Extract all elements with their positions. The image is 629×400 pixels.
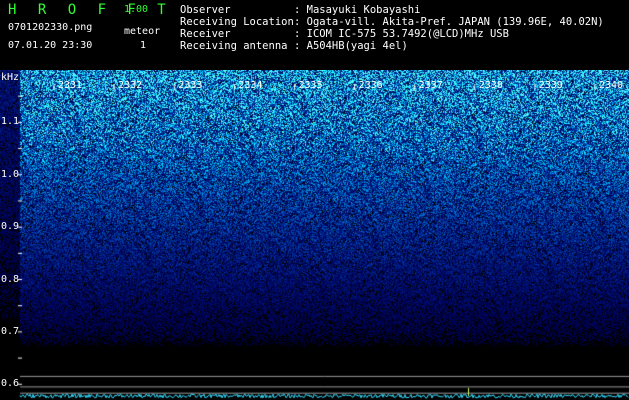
station-row-location: Receiving Location: Ogata-vill. Akita-Pr… bbox=[180, 16, 604, 28]
y-tick-label: 0.6 bbox=[1, 378, 20, 390]
station-value: : Masayuki Kobayashi bbox=[294, 4, 421, 16]
meteor-count: 1 bbox=[140, 40, 147, 51]
station-row-receiver: Receiver : ICOM IC-575 53.7492(@LCD)MHz U… bbox=[180, 28, 604, 40]
station-key: Receiving Location bbox=[180, 16, 294, 28]
x-tick-label: 2338 bbox=[478, 80, 503, 91]
y-tick-label: 0.8 bbox=[1, 273, 20, 285]
y-tick-label: 1.1 bbox=[1, 116, 20, 128]
x-tick-label: 2332 bbox=[118, 80, 143, 91]
x-tick-label: 2339 bbox=[538, 80, 563, 91]
station-key: Receiver bbox=[180, 28, 231, 40]
app-version: 1.00 bbox=[124, 4, 149, 15]
station-value: : ICOM IC-575 53.7492(@LCD)MHz USB bbox=[294, 28, 509, 40]
meteor-label: meteor bbox=[124, 26, 161, 37]
x-tick-label: 2334 bbox=[238, 80, 263, 91]
station-value: : Ogata-vill. Akita-Pref. JAPAN (139.96E… bbox=[294, 16, 604, 28]
file-name: 0701202330.png bbox=[8, 22, 93, 33]
station-info: Observer : Masayuki Kobayashi Receiving L… bbox=[180, 4, 604, 52]
x-tick-label: 2333 bbox=[178, 80, 203, 91]
y-tick-label: 0.7 bbox=[1, 325, 20, 337]
x-tick-label: 2335 bbox=[298, 80, 323, 91]
station-key: Observer bbox=[180, 4, 231, 16]
station-key: Receiving antenna bbox=[180, 40, 288, 52]
x-tick-label: 2331 bbox=[58, 80, 83, 91]
station-value: : A504HB(yagi 4el) bbox=[294, 40, 408, 52]
x-tick-label: 2337 bbox=[418, 80, 443, 91]
station-row-antenna: Receiving antenna : A504HB(yagi 4el) bbox=[180, 40, 604, 52]
y-tick-label: 0.9 bbox=[1, 221, 20, 233]
station-row-observer: Observer : Masayuki Kobayashi bbox=[180, 4, 604, 16]
x-tick-label: 2336 bbox=[358, 80, 383, 91]
y-tick-label: 1.0 bbox=[1, 168, 20, 180]
x-tick-label: 2340 bbox=[599, 80, 624, 91]
spectrogram-plot bbox=[0, 70, 629, 400]
y-axis-unit: kHz bbox=[1, 72, 20, 83]
header-panel: H R O F F T 1.00 0701202330.png meteor 0… bbox=[0, 0, 629, 70]
date-time: 07.01.20 23:30 bbox=[8, 40, 93, 51]
